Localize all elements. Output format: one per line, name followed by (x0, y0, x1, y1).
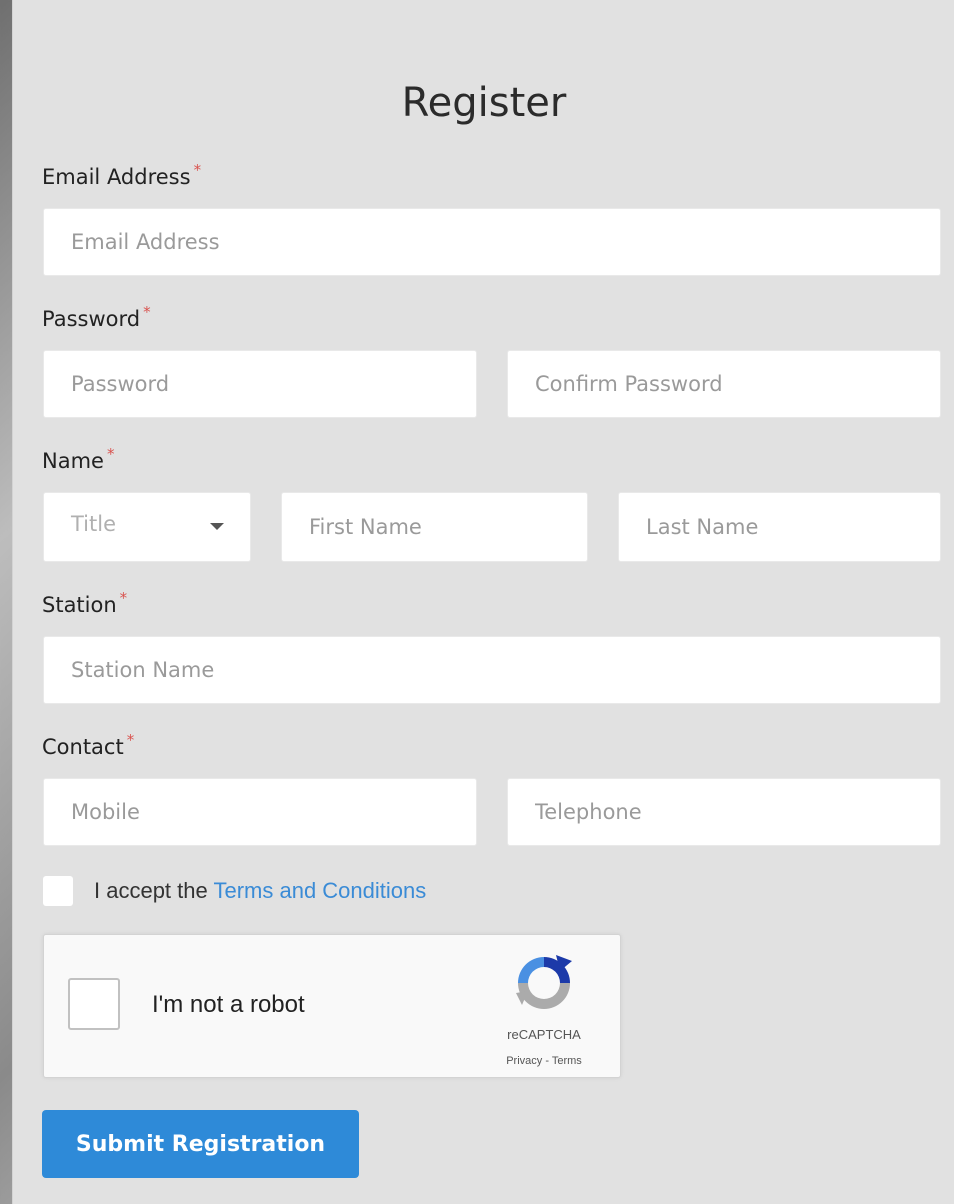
title-select[interactable]: Title (43, 492, 251, 562)
recaptcha-widget: I'm not a robot reCAPTCHA Privacy - Term… (43, 934, 621, 1078)
name-label-text: Name (42, 449, 104, 473)
station-label-text: Station (42, 593, 117, 617)
required-marker: * (106, 445, 115, 463)
password-field[interactable] (44, 351, 476, 417)
password-field-wrapper (43, 350, 477, 418)
confirm-password-field[interactable] (508, 351, 940, 417)
required-marker: * (193, 161, 202, 179)
station-label: Station * (42, 589, 127, 617)
mobile-field-wrapper (43, 778, 477, 846)
recaptcha-label: I'm not a robot (152, 991, 305, 1018)
name-label: Name * (42, 445, 114, 473)
terms-checkbox[interactable] (43, 876, 73, 906)
page-title: Register (401, 80, 567, 126)
last-name-field[interactable] (619, 493, 940, 561)
email-label-text: Email Address (42, 165, 191, 189)
required-marker: * (126, 731, 135, 749)
submit-registration-button[interactable]: Submit Registration (42, 1110, 359, 1178)
email-field[interactable] (44, 209, 940, 275)
station-field[interactable] (44, 637, 940, 703)
recaptcha-icon (516, 955, 572, 1009)
telephone-field[interactable] (508, 779, 940, 845)
terms-prefix: I accept the (94, 878, 208, 903)
first-name-field-wrapper (281, 492, 588, 562)
mobile-field[interactable] (44, 779, 476, 845)
required-marker: * (143, 303, 151, 321)
last-name-field-wrapper (618, 492, 941, 562)
title-select-value: Title (71, 512, 117, 536)
first-name-field[interactable] (282, 493, 587, 561)
recaptcha-brand: reCAPTCHA (507, 1027, 581, 1042)
chevron-down-icon (210, 523, 224, 530)
contact-label-text: Contact (42, 735, 124, 759)
register-panel: Register Email Address* Password* Name* … (12, 0, 954, 1204)
telephone-field-wrapper (507, 778, 941, 846)
recaptcha-links[interactable]: Privacy - Terms (474, 1055, 614, 1067)
recaptcha-checkbox[interactable] (68, 978, 120, 1030)
terms-label: I accept the Terms and Conditions (94, 878, 426, 904)
terms-link[interactable]: Terms and Conditions (213, 878, 426, 903)
required-marker: * (119, 589, 128, 607)
station-field-wrapper (43, 636, 941, 704)
password-label-text: Password (42, 307, 141, 331)
password-label: Password * (42, 303, 151, 331)
contact-label: Contact * (42, 731, 134, 759)
email-label: Email Address * (42, 161, 201, 189)
email-field-wrapper (43, 208, 941, 276)
confirm-password-field-wrapper (507, 350, 941, 418)
